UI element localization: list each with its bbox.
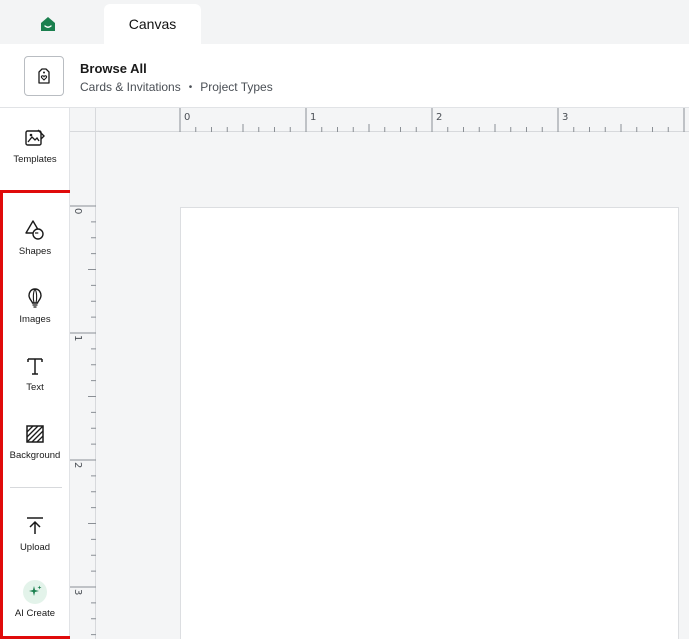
sidebar-item-upload[interactable]: Upload bbox=[0, 514, 70, 574]
sidebar-item-shapes[interactable]: Shapes bbox=[0, 218, 70, 278]
sidebar-item-background[interactable]: Background bbox=[0, 422, 70, 482]
browse-all-link[interactable]: Browse All bbox=[80, 61, 147, 76]
ruler-label: 1 bbox=[72, 335, 83, 341]
ruler-label: 0 bbox=[184, 112, 190, 123]
tab-canvas-label: Canvas bbox=[128, 16, 177, 32]
sidebar-item-label: Templates bbox=[13, 154, 57, 165]
text-icon bbox=[23, 354, 47, 378]
sidebar-item-text[interactable]: Text bbox=[0, 354, 70, 414]
top-bar: Canvas bbox=[0, 0, 689, 44]
sparkle-icon bbox=[23, 580, 47, 604]
artboard[interactable] bbox=[180, 207, 679, 639]
ruler-label: 3 bbox=[562, 112, 568, 123]
horizontal-ruler[interactable]: 0 1 2 3 bbox=[96, 108, 689, 132]
sidebar-item-label: AI Create bbox=[14, 608, 56, 619]
tab-canvas[interactable]: Canvas bbox=[104, 4, 201, 44]
ruler-label: 2 bbox=[72, 462, 83, 468]
upload-icon bbox=[23, 514, 47, 538]
sidebar-item-ai-create[interactable]: AI Create bbox=[0, 580, 70, 639]
sidebar-item-label: Background bbox=[9, 450, 61, 461]
tools-sidebar: Templates Shapes Images Text Background … bbox=[0, 108, 70, 639]
sidebar-item-label: Shapes bbox=[18, 246, 52, 257]
lightbulb-icon bbox=[23, 286, 47, 310]
ruler-label: 1 bbox=[310, 112, 316, 123]
sidebar-divider bbox=[10, 487, 62, 488]
background-icon bbox=[23, 422, 47, 446]
card-tag-icon bbox=[38, 68, 50, 84]
breadcrumb-project-types[interactable]: Project Types bbox=[200, 80, 272, 94]
sidebar-item-label: Text bbox=[26, 382, 44, 393]
shapes-icon bbox=[23, 218, 47, 242]
breadcrumb-cards-invitations[interactable]: Cards & Invitations bbox=[80, 80, 181, 94]
templates-icon bbox=[23, 126, 47, 150]
project-header: Browse All Cards & Invitations • Project… bbox=[0, 44, 689, 108]
sidebar-item-templates[interactable]: Templates bbox=[0, 126, 70, 186]
ruler-label: 3 bbox=[72, 589, 83, 595]
home-button[interactable] bbox=[28, 8, 68, 40]
ruler-label: 2 bbox=[436, 112, 442, 123]
home-icon bbox=[41, 17, 55, 31]
project-type-button[interactable] bbox=[24, 56, 64, 96]
breadcrumb: Cards & Invitations • Project Types bbox=[80, 80, 273, 94]
ruler-corner bbox=[70, 108, 96, 132]
sidebar-item-label: Images bbox=[19, 314, 51, 325]
ruler-label: 0 bbox=[72, 208, 83, 214]
vertical-ruler[interactable]: 0 1 2 3 bbox=[70, 132, 96, 639]
breadcrumb-separator: • bbox=[188, 81, 193, 93]
sidebar-item-images[interactable]: Images bbox=[0, 286, 70, 346]
horizontal-ruler-ticks: 0 1 2 3 bbox=[179, 108, 685, 132]
vertical-ruler-ticks: 0 1 2 3 bbox=[70, 205, 96, 636]
canvas-workspace[interactable] bbox=[97, 133, 689, 639]
sidebar-item-label: Upload bbox=[19, 542, 51, 553]
